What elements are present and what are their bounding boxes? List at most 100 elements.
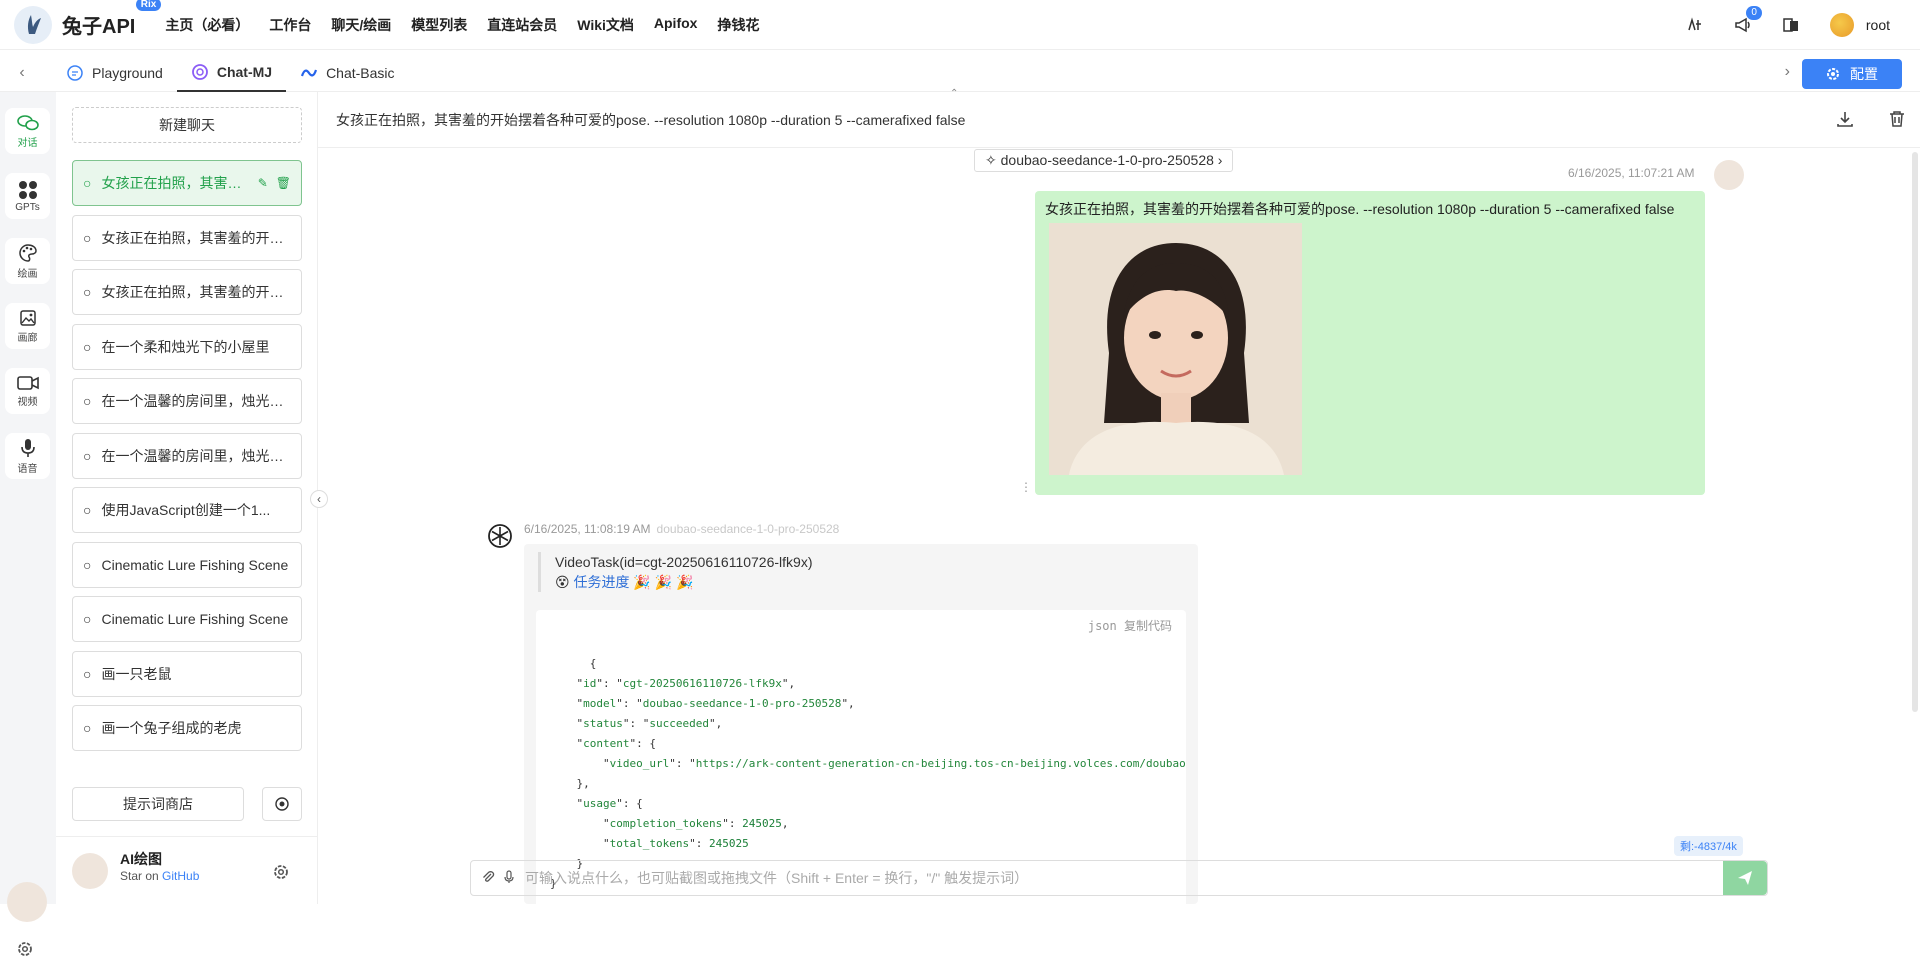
rail-item-voice[interactable]: 语音 bbox=[5, 433, 50, 479]
nav-workbench[interactable]: 工作台 bbox=[269, 15, 311, 35]
tab-scroll-left-icon[interactable]: ‹ bbox=[12, 64, 32, 82]
app-tabs: Playground Chat-MJ Chat-Basic bbox=[52, 55, 409, 92]
chat-main: ⌃ 女孩正在拍照，其害羞的开始摆着各种可爱的pose. --resolution… bbox=[318, 88, 1920, 904]
delete-icon[interactable] bbox=[1888, 110, 1906, 131]
sparkle-icon: ✧ bbox=[985, 152, 1001, 168]
palette-icon bbox=[18, 243, 37, 262]
rail-item-gallery[interactable]: 画廊 bbox=[5, 303, 50, 349]
nav-apifox[interactable]: Apifox bbox=[654, 15, 698, 35]
config-button[interactable]: 配置 bbox=[1802, 59, 1902, 89]
language-icon[interactable] bbox=[1782, 16, 1800, 34]
microphone-icon bbox=[20, 438, 35, 457]
user-message-time: 6/16/2025, 11:07:21 AM bbox=[1568, 166, 1695, 180]
rail-item-chat[interactable]: 对话 bbox=[5, 108, 50, 154]
attach-icon[interactable] bbox=[481, 870, 495, 887]
username: root bbox=[1865, 17, 1890, 33]
user-message-avatar bbox=[1714, 160, 1744, 190]
nav-chat-draw[interactable]: 聊天/绘画 bbox=[331, 15, 391, 35]
mascot-avatar[interactable] bbox=[7, 882, 47, 922]
nav-earn[interactable]: 挣钱花 bbox=[717, 15, 759, 35]
portrait-image bbox=[1049, 223, 1302, 475]
chat-list-item[interactable]: ○ Cinematic Lure Fishing Scene bbox=[72, 542, 302, 588]
translate-icon[interactable] bbox=[1686, 16, 1704, 34]
nav-model-list[interactable]: 模型列表 bbox=[411, 15, 467, 35]
brand-name[interactable]: 兔子API Rix bbox=[62, 0, 162, 39]
notification-count: 0 bbox=[1746, 6, 1762, 20]
microphone-input-icon[interactable] bbox=[503, 869, 515, 887]
prompt-store-button[interactable]: 提示词商店 bbox=[72, 787, 244, 821]
rabbit-logo-icon bbox=[27, 14, 41, 34]
message-input[interactable] bbox=[525, 870, 1723, 886]
chat-list-item[interactable]: ○ 在一个温馨的房间里，烛光摇曳 bbox=[72, 378, 302, 424]
tab-chat-mj[interactable]: Chat-MJ bbox=[176, 55, 287, 92]
bot-message: VideoTask(id=cgt-20250616110726-lfk9x) 😵… bbox=[524, 544, 1198, 904]
chat-list-item[interactable]: ○女孩正在拍照，其害羞的开始摆着各种可爱的pose bbox=[72, 269, 302, 315]
chat-item-icon: ○ bbox=[83, 666, 92, 682]
chat-item-icon: ○ bbox=[83, 448, 92, 464]
tab-bar: ‹ Playground Chat-MJ Chat-Basic › 配置 bbox=[0, 55, 1920, 92]
app-avatar bbox=[72, 853, 108, 889]
chat-scrollbar[interactable] bbox=[1912, 152, 1918, 712]
grid-icon bbox=[18, 180, 37, 199]
video-camera-icon bbox=[16, 375, 39, 390]
new-chat-button[interactable]: 新建聊天 bbox=[72, 107, 302, 143]
main-nav: 主页（必看） 工作台 聊天/绘画 模型列表 直连站会员 Wiki文档 Apifo… bbox=[165, 15, 759, 35]
chevron-right-icon: › bbox=[1213, 152, 1223, 168]
sidebar-footer: AI绘图 Star on GitHub bbox=[56, 836, 318, 904]
chat-item-icon: ○ bbox=[83, 175, 92, 191]
send-button[interactable] bbox=[1723, 861, 1767, 895]
chat-item-icon: ○ bbox=[83, 611, 92, 627]
chat-item-icon: ○ bbox=[83, 393, 92, 409]
copy-code-button[interactable]: 复制代码 bbox=[1124, 619, 1172, 633]
model-selector[interactable]: ✧ doubao-seedance-1-0-pro-250528 › bbox=[974, 149, 1234, 172]
user-avatar bbox=[1829, 13, 1854, 37]
nav-home[interactable]: 主页（必看） bbox=[165, 15, 249, 35]
progress-link[interactable]: 任务进度 bbox=[573, 574, 629, 590]
settings-gear-icon[interactable] bbox=[16, 940, 34, 961]
trash-icon[interactable]: 🗑 bbox=[276, 176, 291, 190]
chat-list-item[interactable]: ○ 女孩正在拍照，其害羞的开始摆着各种可爱的pose. --resolution… bbox=[72, 160, 302, 206]
sidebar-settings-icon[interactable] bbox=[272, 863, 290, 884]
message-menu-icon[interactable]: ⋮ bbox=[1020, 480, 1032, 494]
chat-list-item[interactable]: ○ Cinematic Lure Fishing Scene bbox=[72, 596, 302, 642]
announcement-icon[interactable]: 0 bbox=[1734, 6, 1762, 34]
chat-item-icon: ○ bbox=[83, 230, 92, 246]
chat-list-item[interactable]: ○ 在一个温馨的房间里，烛光摇曳 bbox=[72, 433, 302, 479]
code-block-toolbar: json 复制代码 bbox=[1087, 619, 1172, 633]
tab-scroll-right-icon[interactable]: › bbox=[1785, 63, 1790, 81]
nav-wiki[interactable]: Wiki文档 bbox=[577, 15, 634, 35]
github-star: Star on GitHub bbox=[120, 869, 200, 883]
rail-item-video[interactable]: 视频 bbox=[5, 368, 50, 414]
uploaded-photo[interactable] bbox=[1049, 223, 1302, 475]
chat-item-icon: ○ bbox=[83, 284, 92, 300]
chat-item-icon: ○ bbox=[83, 339, 92, 355]
chat-list-item[interactable]: ○ 使用JavaScript创建一个1... bbox=[72, 487, 302, 533]
chat-list-sidebar: 新建聊天 ○ 女孩正在拍照，其害羞的开始摆着各种可爱的pose. --resol… bbox=[56, 92, 328, 904]
send-icon bbox=[1738, 871, 1752, 885]
openai-avatar-icon bbox=[486, 522, 514, 550]
tab-playground[interactable]: Playground bbox=[52, 55, 177, 92]
task-quote: VideoTask(id=cgt-20250616110726-lfk9x) 😵… bbox=[538, 552, 813, 592]
tab-chat-basic[interactable]: Chat-Basic bbox=[286, 55, 408, 92]
progress-emoji-icon: 😵 bbox=[555, 574, 574, 590]
chat-list-item[interactable]: ○女孩正在拍照，其害羞的开始摆着各种可爱的pose bbox=[72, 215, 302, 261]
github-link[interactable]: GitHub bbox=[162, 869, 199, 883]
chat-bubble-icon bbox=[67, 65, 83, 81]
user-message: 女孩正在拍照，其害羞的开始摆着各种可爱的pose. --resolution 1… bbox=[1035, 191, 1705, 495]
user-menu[interactable]: root bbox=[1829, 13, 1890, 37]
close-circle-icon bbox=[275, 797, 289, 811]
chat-item-icon: ○ bbox=[83, 502, 92, 518]
rail-item-draw[interactable]: 绘画 bbox=[5, 238, 50, 284]
chat-list-item[interactable]: ○ 画一只老鼠 bbox=[72, 651, 302, 697]
nav-membership[interactable]: 直连站会员 bbox=[487, 15, 557, 35]
image-icon bbox=[19, 309, 36, 326]
openai-icon bbox=[191, 64, 208, 80]
chat-list-item[interactable]: ○ 画一个兔子组成的老虎 bbox=[72, 705, 302, 751]
download-icon[interactable] bbox=[1836, 110, 1854, 131]
edit-icon[interactable]: ✎ bbox=[258, 176, 268, 190]
brand-logo[interactable] bbox=[14, 5, 52, 44]
party-emoji-icon: 🎉 🎉 🎉 bbox=[629, 574, 694, 590]
chat-list-item[interactable]: ○ 在一个柔和烛光下的小屋里 bbox=[72, 324, 302, 370]
rail-item-gpts[interactable]: GPTs bbox=[5, 173, 50, 219]
clear-button[interactable] bbox=[262, 787, 302, 821]
